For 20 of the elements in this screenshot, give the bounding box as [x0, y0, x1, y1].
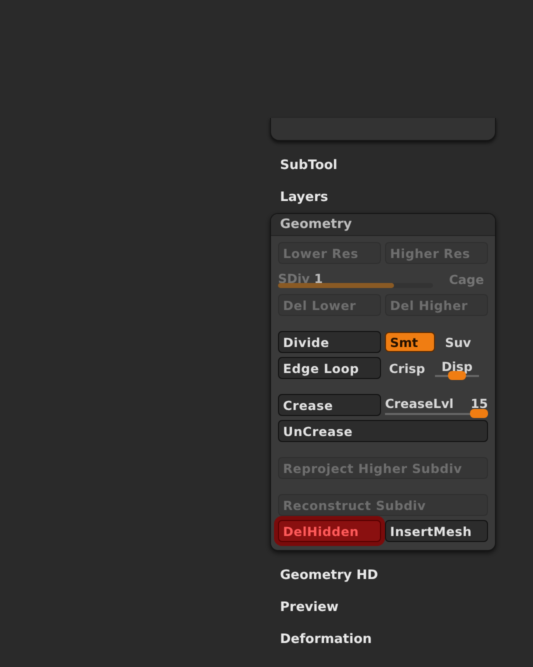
geometry-button[interactable]: UnCrease — [278, 420, 488, 442]
slider-value: 15 — [470, 396, 488, 410]
panel-title[interactable]: Geometry — [271, 214, 495, 236]
geometry-button[interactable]: Crease — [278, 394, 381, 416]
palette-title[interactable]: Preview — [270, 591, 349, 623]
slider-label: CreaseLvl — [385, 396, 454, 410]
toggle-button[interactable]: Suv — [441, 332, 476, 352]
palette-title[interactable]: Deformation — [270, 623, 382, 655]
option-label: Cage — [448, 272, 484, 286]
slider-label: Disp — [441, 359, 473, 374]
toggle-button[interactable]: Smt — [385, 332, 435, 352]
palette-title[interactable]: Layers — [270, 181, 338, 213]
palette-title[interactable]: Geometry HD — [270, 559, 388, 591]
toggle-button[interactable]: Crisp — [385, 358, 430, 378]
slider-label: SDiv 1 — [278, 271, 323, 286]
geometry-button[interactable]: Edge Loop — [278, 357, 381, 379]
slider-thumb[interactable] — [470, 408, 488, 418]
geometry-button[interactable]: InsertMesh — [385, 520, 488, 542]
geometry-button[interactable]: Divide — [278, 331, 381, 353]
palette-title[interactable]: SubTool — [270, 149, 348, 181]
